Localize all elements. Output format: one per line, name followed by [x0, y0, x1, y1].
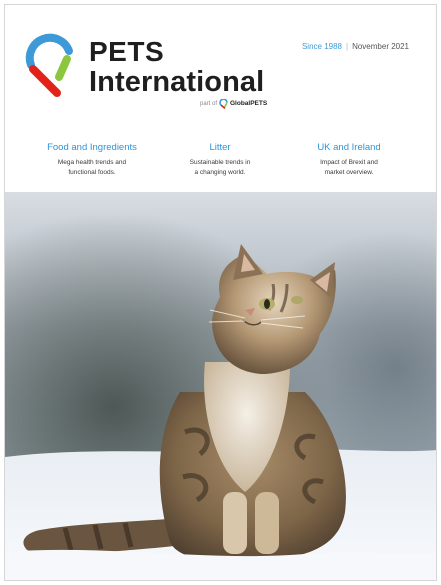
globalpets-logo-icon [219, 99, 228, 109]
magazine-cover: PETS International part of GlobalPETS Si… [4, 4, 437, 581]
issue-info: Since 1988 | November 2021 [302, 42, 409, 51]
teaser-litter[interactable]: Litter Sustainable trends in a changing … [155, 142, 285, 178]
brand-name-line2: International [89, 66, 265, 98]
cat-in-snow-image [5, 192, 436, 580]
part-of-label: part of [200, 101, 218, 107]
teaser-subtitle-line1: Sustainable trends in [189, 159, 251, 166]
teaser-title: Litter [209, 142, 231, 153]
issue-month: November 2021 [352, 42, 409, 51]
teaser-title: UK and Ireland [317, 142, 381, 153]
logo[interactable]: PETS International part of GlobalPETS [23, 31, 293, 111]
teaser-subtitle-line1: Mega health trends and [57, 159, 127, 166]
teaser-subtitle-line2: a changing world. [194, 169, 246, 176]
teaser-subtitle-line2: functional foods. [68, 169, 116, 176]
since-label: Since 1988 [301, 42, 342, 51]
brand-name-line1: PETS [89, 36, 165, 67]
teaser-food-ingredients[interactable]: Food and Ingredients Mega health trends … [27, 142, 157, 178]
teaser-uk-ireland[interactable]: UK and Ireland Impact of Brexit and mark… [284, 142, 414, 178]
teaser-title: Food and Ingredients [47, 142, 137, 153]
parent-brand-name: GlobalPETS [230, 100, 268, 107]
teaser-subtitle-line2: market overview. [324, 169, 374, 176]
cover-photo [5, 192, 436, 580]
teaser-subtitle-line1: Impact of Brexit and [320, 159, 378, 166]
issue-separator: | [346, 42, 349, 51]
pets-international-logo-icon [25, 33, 73, 97]
